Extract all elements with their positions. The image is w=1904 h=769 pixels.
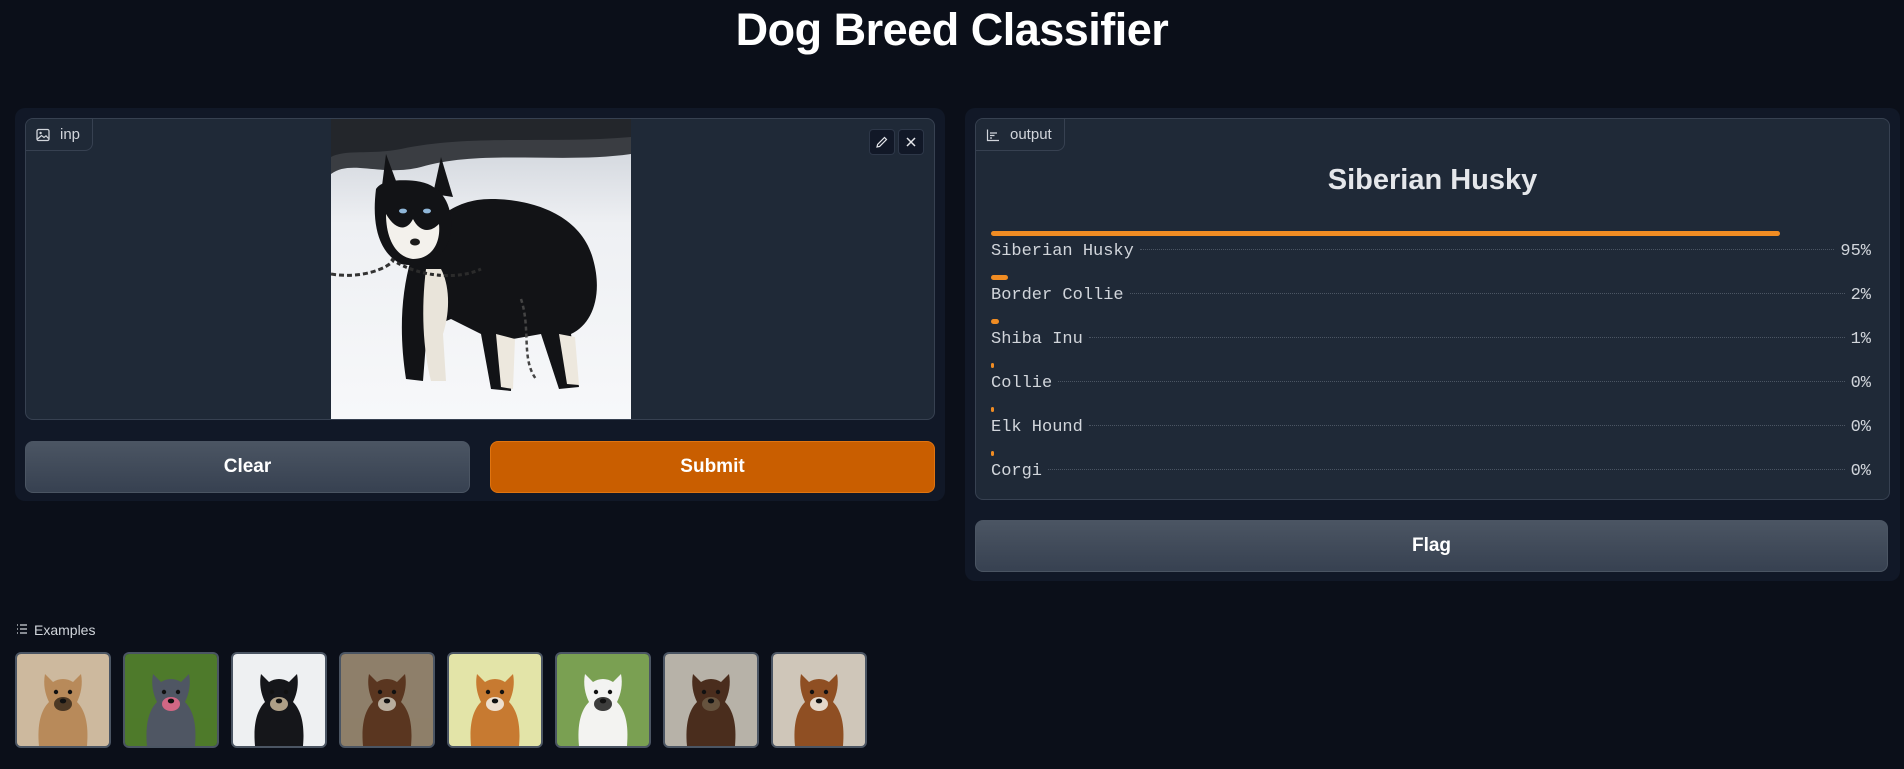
bar-chart-icon	[986, 128, 1000, 142]
output-label: output	[976, 119, 1065, 151]
confidence-label: Collie	[991, 374, 1053, 393]
example-thumbnail-staffordshire-terrier[interactable]	[123, 652, 219, 748]
image-input[interactable]: inp	[25, 118, 935, 420]
close-icon[interactable]	[898, 129, 924, 155]
confidence-row: Collie 0%	[991, 362, 1871, 406]
uploaded-dog-image	[331, 119, 631, 419]
confidence-bar	[991, 407, 994, 412]
confidence-row: Elk Hound 0%	[991, 406, 1871, 450]
example-thumbnail-beagle[interactable]	[447, 652, 543, 748]
output-panel: output Siberian Husky Siberian Husky 95% B…	[965, 108, 1900, 581]
example-thumbnail-newfoundland[interactable]	[339, 652, 435, 748]
examples-gallery	[15, 652, 867, 748]
output-label-text: output	[1010, 126, 1052, 143]
confidence-bar	[991, 451, 994, 456]
example-thumbnail-water-spaniel[interactable]	[663, 652, 759, 748]
examples-label: Examples	[34, 622, 96, 638]
confidence-row: Corgi 0%	[991, 450, 1871, 494]
dotted-leader	[1129, 293, 1845, 294]
confidence-percent: 1%	[1850, 330, 1871, 349]
confidence-label: Elk Hound	[991, 418, 1083, 437]
input-panel: inp Clear Submit	[15, 108, 945, 501]
app-title: Dog Breed Classifier	[735, 4, 1169, 55]
confidence-label: Border Collie	[991, 286, 1124, 305]
confidence-bar	[991, 363, 994, 368]
confidence-row: Siberian Husky 95%	[991, 230, 1871, 274]
dotted-leader	[1058, 381, 1845, 382]
examples-header: Examples	[16, 622, 95, 638]
confidence-percent: 0%	[1850, 462, 1871, 481]
confidence-list: Siberian Husky 95% Border Collie 2% Shiba In…	[991, 230, 1871, 494]
dotted-leader	[1088, 425, 1845, 426]
input-label-text: inp	[60, 126, 81, 143]
label-output: output Siberian Husky Siberian Husky 95% B…	[975, 118, 1890, 500]
example-thumbnail-dalmatian[interactable]	[555, 652, 651, 748]
confidence-percent: 0%	[1850, 418, 1871, 437]
confidence-percent: 2%	[1850, 286, 1871, 305]
list-icon	[16, 622, 28, 638]
flag-button[interactable]: Flag	[975, 520, 1888, 572]
confidence-row: Shiba Inu 1%	[991, 318, 1871, 362]
confidence-label: Corgi	[991, 462, 1043, 481]
example-thumbnail-french-bulldog[interactable]	[15, 652, 111, 748]
dotted-leader	[1088, 337, 1845, 338]
confidence-label: Siberian Husky	[991, 242, 1134, 261]
pencil-icon[interactable]	[869, 129, 895, 155]
confidence-percent: 95%	[1840, 242, 1871, 261]
input-label: inp	[26, 119, 94, 151]
submit-button[interactable]: Submit	[490, 441, 935, 493]
confidence-percent: 0%	[1850, 374, 1871, 393]
confidence-bar	[991, 231, 1780, 236]
confidence-bar	[991, 275, 1008, 280]
clear-button[interactable]: Clear	[25, 441, 470, 493]
confidence-row: Border Collie 2%	[991, 274, 1871, 318]
confidence-bar	[991, 319, 1000, 324]
predicted-class: Siberian Husky	[1327, 164, 1538, 196]
dotted-leader	[1048, 469, 1845, 470]
example-thumbnail-saint-bernard[interactable]	[771, 652, 867, 748]
example-thumbnail-siberian-husky[interactable]	[231, 652, 327, 748]
confidence-label: Shiba Inu	[991, 330, 1083, 349]
image-icon	[36, 128, 50, 142]
dotted-leader	[1139, 249, 1835, 250]
